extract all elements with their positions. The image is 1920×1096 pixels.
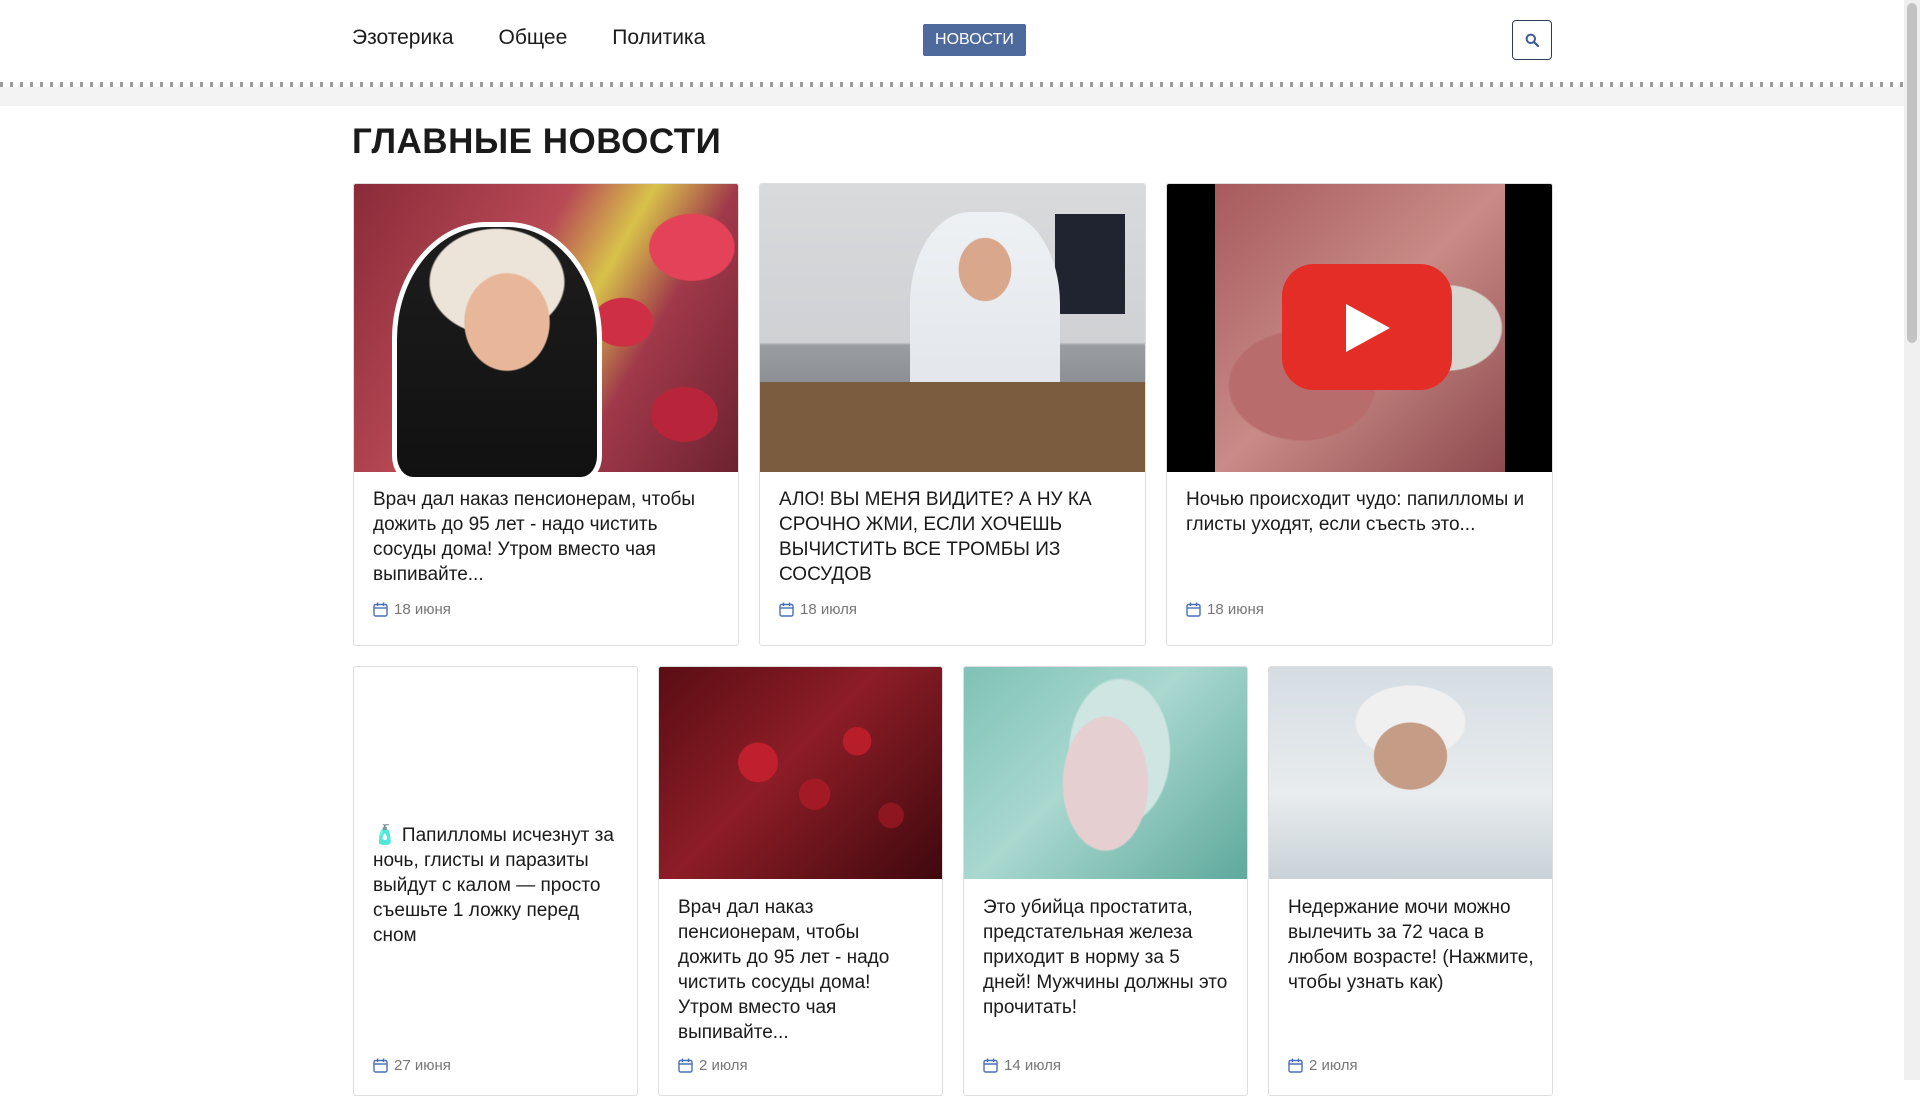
date-text: 18 июля: [800, 601, 858, 618]
date-text: 18 июня: [394, 601, 451, 618]
date-text: 2 июля: [699, 1057, 748, 1074]
calendar-icon: [373, 602, 388, 617]
news-card[interactable]: АЛО! ВЫ МЕНЯ ВИДИТЕ? А НУ КА СРОЧНО ЖМИ,…: [759, 183, 1146, 646]
news-button[interactable]: НОВОСТИ: [923, 24, 1026, 56]
nav-item-general[interactable]: Общее: [499, 26, 568, 50]
news-card[interactable]: Врач дал наказ пенсионерам, чтобы дожить…: [658, 666, 943, 1096]
site-header: Эзотерика Общее Политика НОВОСТИ: [0, 0, 1904, 106]
card-image: [1167, 184, 1552, 472]
date-text: 2 июля: [1309, 1057, 1358, 1074]
card-title: Это убийца простатита, предстательная же…: [983, 897, 1228, 1018]
news-card[interactable]: Это убийца простатита, предстательная же…: [963, 666, 1248, 1096]
card-image: [1269, 667, 1552, 879]
card-image: [760, 184, 1145, 472]
calendar-icon: [1186, 602, 1201, 617]
card-date: 2 июля: [678, 1057, 748, 1074]
news-card[interactable]: Недержание мочи можно вылечить за 72 час…: [1268, 666, 1553, 1096]
video-play-button[interactable]: [1282, 264, 1452, 390]
news-card[interactable]: 🧴 Папилломы исчезнут за ночь, глисты и п…: [353, 666, 638, 1096]
news-card[interactable]: Врач дал наказ пенсионерам, чтобы дожить…: [353, 183, 739, 646]
card-title: 🧴 Папилломы исчезнут за ночь, глисты и п…: [373, 825, 614, 946]
calendar-icon: [373, 1058, 388, 1073]
card-title: АЛО! ВЫ МЕНЯ ВИДИТЕ? А НУ КА СРОЧНО ЖМИ,…: [779, 489, 1092, 585]
card-date: 14 июля: [983, 1057, 1061, 1074]
card-date: 2 июля: [1288, 1057, 1358, 1074]
card-date: 18 июля: [779, 601, 857, 618]
calendar-icon: [678, 1058, 693, 1073]
card-image: [964, 667, 1247, 879]
scrollbar[interactable]: [1904, 0, 1920, 1080]
calendar-icon: [1288, 1058, 1303, 1073]
section-title: ГЛАВНЫЕ НОВОСТИ: [352, 122, 722, 161]
calendar-icon: [983, 1058, 998, 1073]
date-text: 27 июня: [394, 1057, 451, 1074]
date-text: 18 июня: [1207, 601, 1264, 618]
nav-item-politics[interactable]: Политика: [612, 26, 705, 50]
card-date: 18 июня: [1186, 601, 1264, 618]
card-image: [659, 667, 942, 879]
card-title: Врач дал наказ пенсионерам, чтобы дожить…: [678, 897, 890, 1043]
date-text: 14 июля: [1004, 1057, 1062, 1074]
card-title: Врач дал наказ пенсионерам, чтобы дожить…: [373, 489, 696, 585]
main-nav: Эзотерика Общее Политика: [352, 26, 705, 50]
play-icon: [1346, 304, 1390, 352]
card-date: 18 июня: [373, 601, 451, 618]
calendar-icon: [779, 602, 794, 617]
search-icon: [1525, 33, 1539, 47]
scrollbar-thumb[interactable]: [1907, 3, 1917, 343]
card-title: Ночью происходит чудо: папилломы и глист…: [1186, 489, 1525, 535]
nav-item-esoterics[interactable]: Эзотерика: [352, 26, 454, 50]
news-card[interactable]: Ночью происходит чудо: папилломы и глист…: [1166, 183, 1553, 646]
search-button[interactable]: [1512, 20, 1552, 60]
header-band: [0, 87, 1904, 106]
card-image: [354, 184, 738, 482]
card-date: 27 июня: [373, 1057, 451, 1074]
card-title: Недержание мочи можно вылечить за 72 час…: [1288, 897, 1534, 993]
